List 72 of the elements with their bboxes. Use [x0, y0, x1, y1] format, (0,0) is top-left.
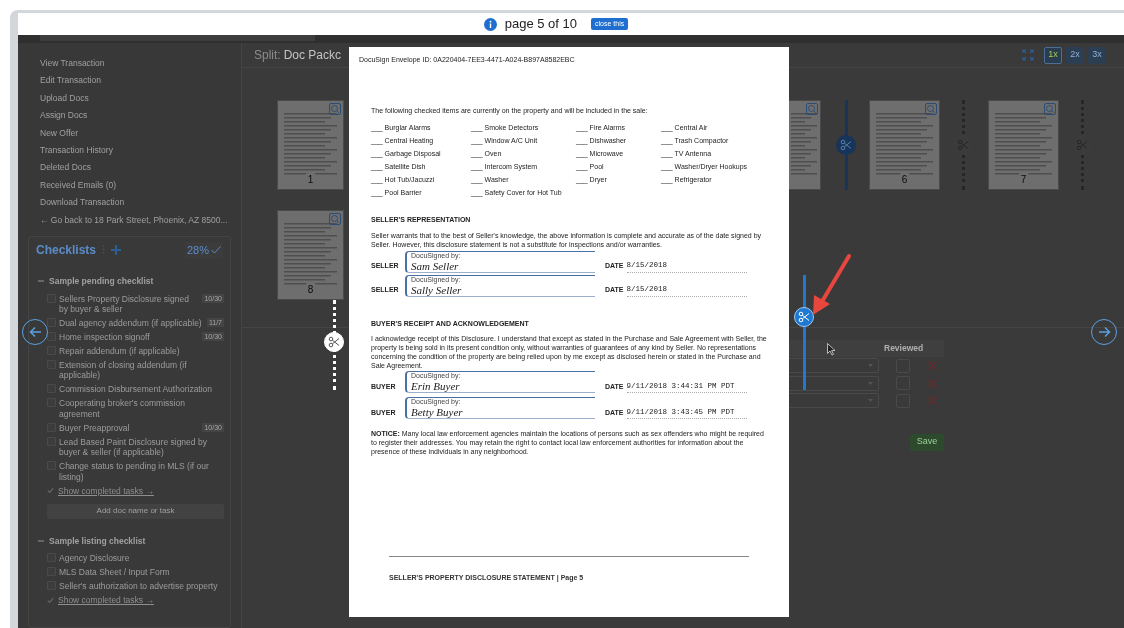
- checklist-item[interactable]: Repair addendum (if applicable): [59, 346, 224, 357]
- checklist-group-title: Sample pending checklist: [49, 274, 154, 288]
- checklist-group-title: Sample listing checklist: [49, 534, 146, 548]
- add-icon[interactable]: [111, 244, 122, 255]
- signature: Betty Buyer: [411, 406, 464, 418]
- checklist-item[interactable]: Extension of closing addendum (if applicable): [59, 360, 224, 381]
- checklist-item[interactable]: Buyer Preapproval: [59, 422, 200, 434]
- checklist-item[interactable]: Sellers Property Disclosure signed by buyer & seller: [59, 293, 200, 315]
- check-icon: [211, 245, 221, 254]
- save-button[interactable]: Save: [910, 433, 944, 451]
- checkbox[interactable]: [47, 318, 56, 328]
- signature: Erin Buyer: [411, 380, 461, 392]
- checklist-item[interactable]: MLS Data Sheet / Input Form: [59, 567, 224, 578]
- checklist-item[interactable]: Dual agency addendum (if applicable): [59, 318, 204, 329]
- checklist-item[interactable]: Cooperating broker's commission agreement: [59, 398, 224, 420]
- checklist-item[interactable]: Commission Disbursement Authorization: [59, 384, 224, 395]
- sidebar-link[interactable]: Upload Docs: [40, 91, 241, 110]
- search-icon[interactable]: [329, 213, 341, 225]
- search-icon[interactable]: [1044, 103, 1056, 115]
- sidebar-link[interactable]: Edit Transaction: [40, 74, 241, 92]
- checklist-item[interactable]: Change status to pending in MLS (if our listing): [59, 461, 224, 483]
- zoom-button[interactable]: 3x: [1088, 46, 1106, 64]
- page-thumbnail[interactable]: 8: [277, 210, 344, 300]
- remove-icon[interactable]: [928, 396, 937, 406]
- sidebar-link[interactable]: View Transaction: [40, 57, 241, 75]
- remove-icon[interactable]: [928, 361, 937, 371]
- sidebar-link[interactable]: Deleted Docs: [40, 161, 241, 179]
- remove-icon[interactable]: [928, 378, 937, 388]
- title-prefix: Split:: [254, 47, 281, 64]
- sidebar-link[interactable]: Transaction History: [40, 143, 241, 162]
- checkbox[interactable]: [47, 332, 56, 342]
- search-icon[interactable]: [925, 103, 937, 115]
- show-completed-link[interactable]: Show completed tasks →: [58, 595, 154, 606]
- check-icon: [47, 487, 54, 495]
- show-completed-link[interactable]: Show completed tasks →: [58, 485, 154, 497]
- page-thumbnail[interactable]: 7: [988, 100, 1059, 190]
- search-icon[interactable]: [329, 103, 341, 115]
- arrow-right-icon: [1097, 326, 1111, 338]
- scissors-icon: [328, 336, 340, 348]
- cursor-icon: [827, 343, 836, 356]
- column-header: Reviewed: [884, 342, 924, 355]
- checklist-item[interactable]: Agency Disclosure: [59, 553, 224, 564]
- signature: Sam Seller: [411, 259, 459, 272]
- page-thumbnail[interactable]: 1: [277, 100, 344, 190]
- page-thumbnail[interactable]: [789, 100, 821, 190]
- select-field[interactable]: [789, 393, 879, 409]
- scissors-icon: [840, 139, 852, 151]
- sidebar-link[interactable]: Received Emails (0): [40, 178, 241, 197]
- add-task-button[interactable]: Add doc name or task: [47, 503, 224, 519]
- sidebar-link[interactable]: Assign Docs: [40, 109, 241, 127]
- page-indicator: page 5 of 10: [504, 15, 578, 34]
- check-icon: [47, 597, 54, 605]
- checklists-title: Checklists: [36, 241, 97, 259]
- signature: Sally Seller: [411, 283, 463, 296]
- split-button[interactable]: [794, 307, 814, 327]
- search-icon[interactable]: [806, 103, 818, 115]
- fullscreen-icon[interactable]: [1022, 49, 1034, 61]
- page-thumbnail[interactable]: 6: [869, 100, 940, 190]
- zoom-button[interactable]: 1x: [1044, 46, 1062, 64]
- annotation-arrow: [811, 253, 853, 317]
- info-icon: [483, 17, 497, 31]
- checklist-item[interactable]: Seller's authorization to advertise property: [59, 581, 224, 592]
- checklist-item[interactable]: Home inspection signoff: [59, 332, 200, 343]
- sidebar-link[interactable]: Download Transaction: [40, 196, 241, 214]
- sidebar-link[interactable]: ← Go back to 18 Park Street, Phoenix, AZ 8500...: [40, 213, 241, 231]
- zoom-button[interactable]: 2x: [1066, 46, 1084, 64]
- scissors-icon: [798, 311, 810, 323]
- checklist-item[interactable]: Lead Based Paint Disclosure signed by buyer & seller (if applicable): [59, 436, 224, 458]
- packet-title: Doc Packc: [283, 47, 342, 64]
- sidebar-link[interactable]: New Offer: [40, 126, 241, 144]
- progress-percent: 28%: [186, 242, 209, 258]
- arrow-left-icon: [28, 326, 42, 338]
